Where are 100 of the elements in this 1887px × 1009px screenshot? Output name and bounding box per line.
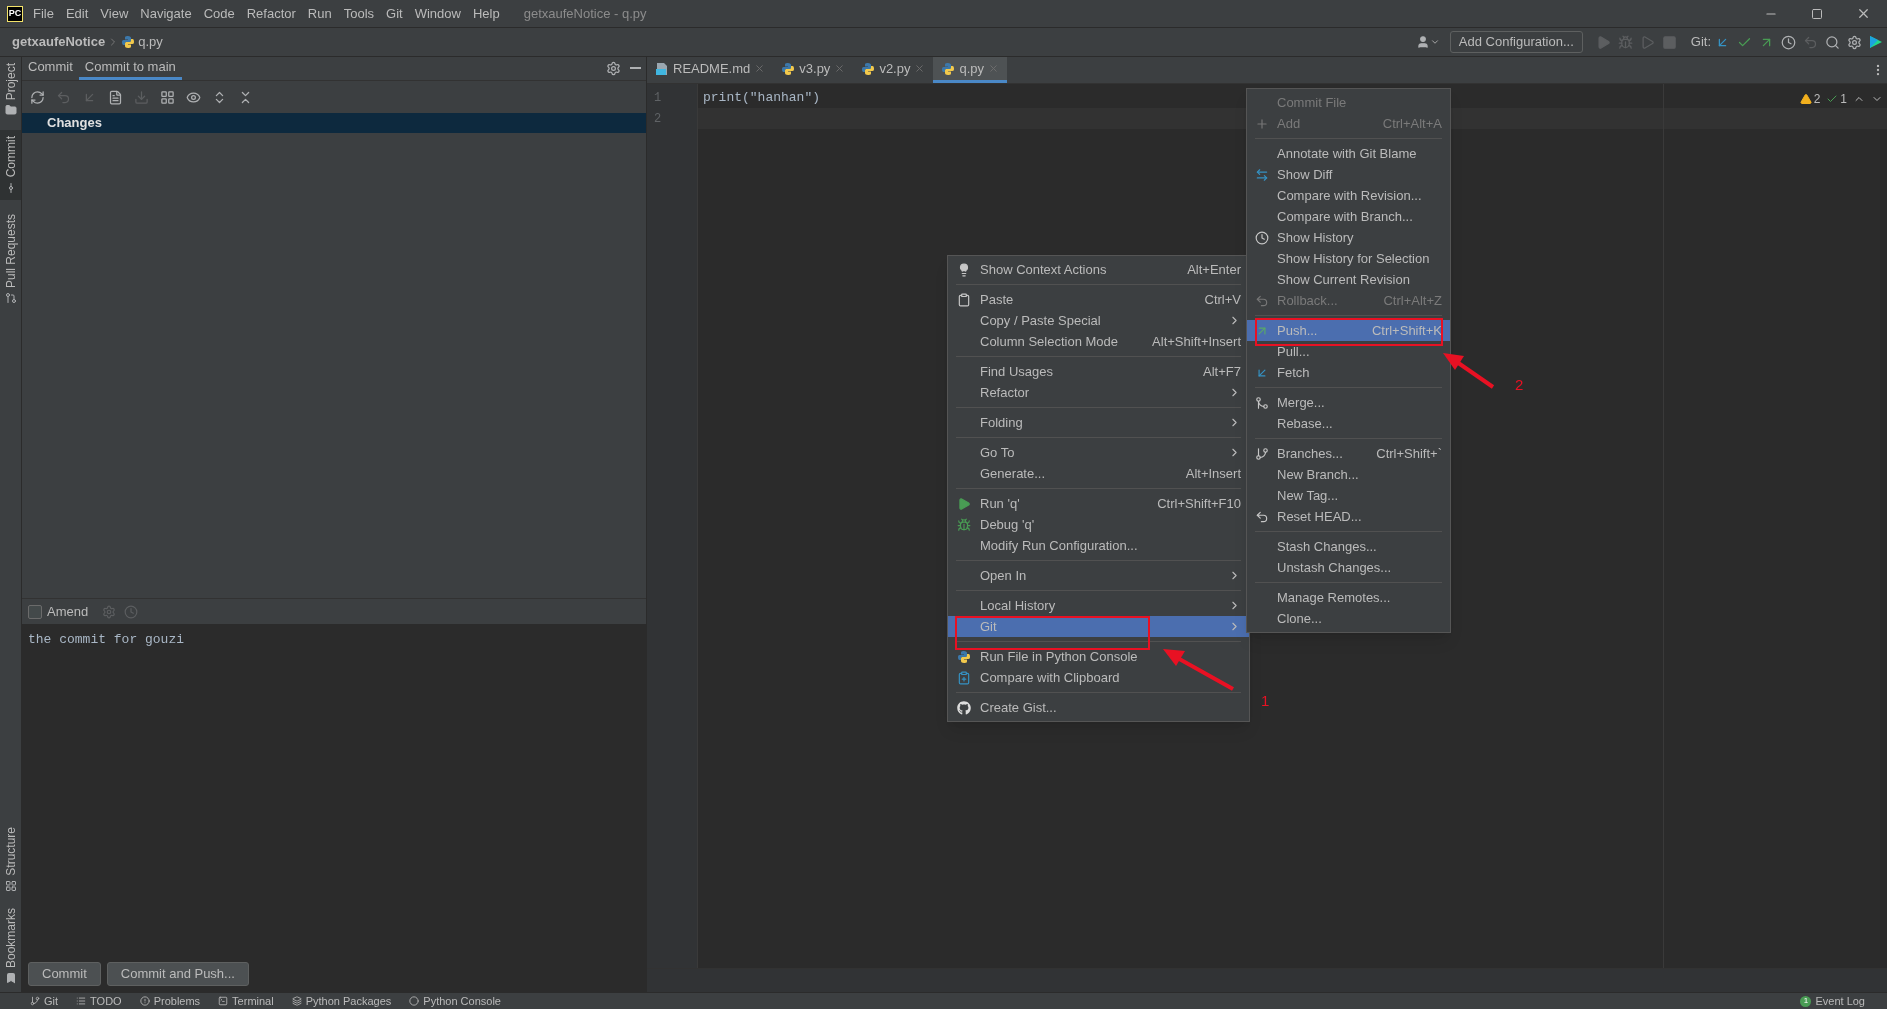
eye-icon [185, 89, 201, 105]
tool-window-tab[interactable]: Bookmarks [0, 899, 21, 992]
editor-tab[interactable]: README.md [647, 57, 774, 83]
branch-icon [30, 996, 40, 1006]
tool-window-tab[interactable]: Pull Requests [0, 207, 21, 310]
menu-bar-item[interactable]: Edit [65, 3, 89, 24]
clipboard-icon [957, 292, 971, 307]
menu-item[interactable]: Refactor [948, 382, 1249, 403]
tree-node[interactable]: Changes [22, 113, 646, 133]
menu-item[interactable]: Annotate with Git Blame [1247, 143, 1450, 164]
menu-item[interactable]: Clone... [1247, 608, 1450, 629]
close-icon [988, 63, 1000, 74]
menu-bar-item[interactable]: View [100, 3, 129, 24]
run-configuration-button[interactable]: Add Configuration... [1449, 31, 1583, 53]
menu-bar-item[interactable]: Refactor [246, 3, 296, 24]
menu-bar-item[interactable]: Git [386, 3, 403, 24]
warning-count: 2 [1813, 91, 1821, 108]
close-icon [754, 63, 766, 74]
menu-item[interactable]: Unstash Changes... [1247, 557, 1450, 578]
menu-item[interactable]: Local History [948, 595, 1249, 616]
close-button[interactable] [1856, 6, 1871, 21]
list-icon [76, 996, 87, 1006]
tool-window-button[interactable]: TODO [76, 995, 122, 1007]
menu-item[interactable]: Find Usages Alt+F7 [948, 361, 1249, 382]
panel-tab[interactable]: Commit to main [78, 57, 182, 80]
clock-icon [1780, 34, 1796, 50]
python-icon [957, 649, 971, 664]
menu-item[interactable]: Open In [948, 565, 1249, 586]
menu-item[interactable]: New Tag... [1247, 485, 1450, 506]
menu-bar-item[interactable]: File [33, 3, 54, 24]
github-icon [957, 700, 971, 715]
menu-item[interactable]: Run File in Python Console [948, 646, 1249, 667]
undo-icon [1255, 509, 1269, 524]
commit-button[interactable]: Commit and Push... [106, 962, 249, 986]
menu-item[interactable]: Run 'q' Ctrl+Shift+F10 [948, 493, 1249, 514]
menu-item[interactable]: Paste Ctrl+V [948, 289, 1249, 310]
menu-item[interactable]: Show History for Selection [1247, 248, 1450, 269]
grid-icon [159, 89, 175, 105]
plus-icon [1255, 116, 1269, 131]
app-logo: PC [7, 5, 23, 22]
tool-window-tab[interactable]: Commit [0, 130, 21, 200]
editor-tab[interactable]: q.py [933, 57, 1008, 83]
tool-window-button[interactable]: Problems [139, 995, 201, 1007]
editor-tab[interactable]: v2.py [853, 57, 934, 83]
menu-item[interactable]: Modify Run Configuration... [948, 535, 1249, 556]
python-file-icon [121, 35, 136, 49]
tool-window-button[interactable]: Terminal [218, 995, 274, 1007]
menu-item[interactable]: Compare with Branch... [1247, 206, 1450, 227]
menu-item[interactable]: Debug 'q' [948, 514, 1249, 535]
menu-item[interactable]: Show History [1247, 227, 1450, 248]
amend-checkbox[interactable] [28, 604, 42, 619]
menu-item[interactable]: Compare with Clipboard [948, 667, 1249, 688]
menu-item[interactable]: Show Current Revision [1247, 269, 1450, 290]
breadcrumb-item[interactable]: getxaufeNotice [12, 32, 106, 52]
undo-icon [55, 89, 71, 105]
menu-bar-item[interactable]: Tools [343, 3, 375, 24]
terminal-icon [218, 996, 229, 1006]
breadcrumb-item[interactable]: q.py [138, 32, 163, 52]
refresh-icon [29, 89, 45, 105]
menu-bar-item[interactable]: Code [203, 3, 235, 24]
maximize-button[interactable] [1811, 7, 1823, 20]
weak-warning-count: 1 [1840, 91, 1847, 108]
play-icon [957, 496, 971, 511]
menu-bar-item[interactable]: Window [414, 3, 461, 24]
tool-window-button[interactable]: Python Packages [291, 995, 392, 1007]
user-menu-button[interactable] [1415, 35, 1440, 49]
menu-item[interactable]: New Branch... [1247, 464, 1450, 485]
notification-badge: 1 [1800, 995, 1812, 1007]
panel-tab[interactable]: Commit [22, 57, 79, 80]
commit-message-field[interactable]: the commit for gouzi [22, 624, 646, 956]
python-file-icon [941, 61, 956, 76]
tool-window-tab[interactable]: Structure [0, 819, 21, 900]
menu-item[interactable]: Reset HEAD... [1247, 506, 1450, 527]
menu-bar-item[interactable]: Navigate [140, 3, 192, 24]
menu-item[interactable]: Rebase... [1247, 413, 1450, 434]
menu-item[interactable]: Create Gist... [948, 697, 1249, 718]
menu-item[interactable]: Branches... Ctrl+Shift+` [1247, 443, 1450, 464]
tool-window-button[interactable]: Python Console [409, 995, 501, 1007]
event-log-button[interactable]: 1 Event Log [1800, 995, 1865, 1007]
close-icon [914, 63, 926, 74]
menu-item[interactable]: Compare with Revision... [1247, 185, 1450, 206]
menu-bar-item[interactable]: Help [472, 3, 500, 24]
menu-item[interactable]: Manage Remotes... [1247, 587, 1450, 608]
menu-item[interactable]: Merge... [1247, 392, 1450, 413]
menu-bar-item[interactable]: Run [307, 3, 332, 24]
menu-item[interactable]: Go To [948, 442, 1249, 463]
menu-item[interactable]: Column Selection Mode Alt+Shift+Insert [948, 331, 1249, 352]
menu-item[interactable]: Generate... Alt+Insert [948, 463, 1249, 484]
menu-item[interactable]: Show Context Actions Alt+Enter [948, 259, 1249, 280]
undo-icon [1802, 34, 1818, 50]
tool-window-button[interactable]: Git [30, 995, 59, 1007]
menu-item[interactable]: Stash Changes... [1247, 536, 1450, 557]
editor-tab[interactable]: v3.py [773, 57, 854, 83]
menu-item[interactable]: Copy / Paste Special [948, 310, 1249, 331]
menu-item[interactable]: Show Diff [1247, 164, 1450, 185]
menu-item[interactable]: Fetch [1247, 362, 1450, 383]
tool-window-tab[interactable]: Project [0, 57, 21, 123]
menu-item[interactable]: Folding [948, 412, 1249, 433]
commit-button[interactable]: Commit [28, 962, 101, 986]
clipboard-plus-icon [957, 670, 971, 685]
